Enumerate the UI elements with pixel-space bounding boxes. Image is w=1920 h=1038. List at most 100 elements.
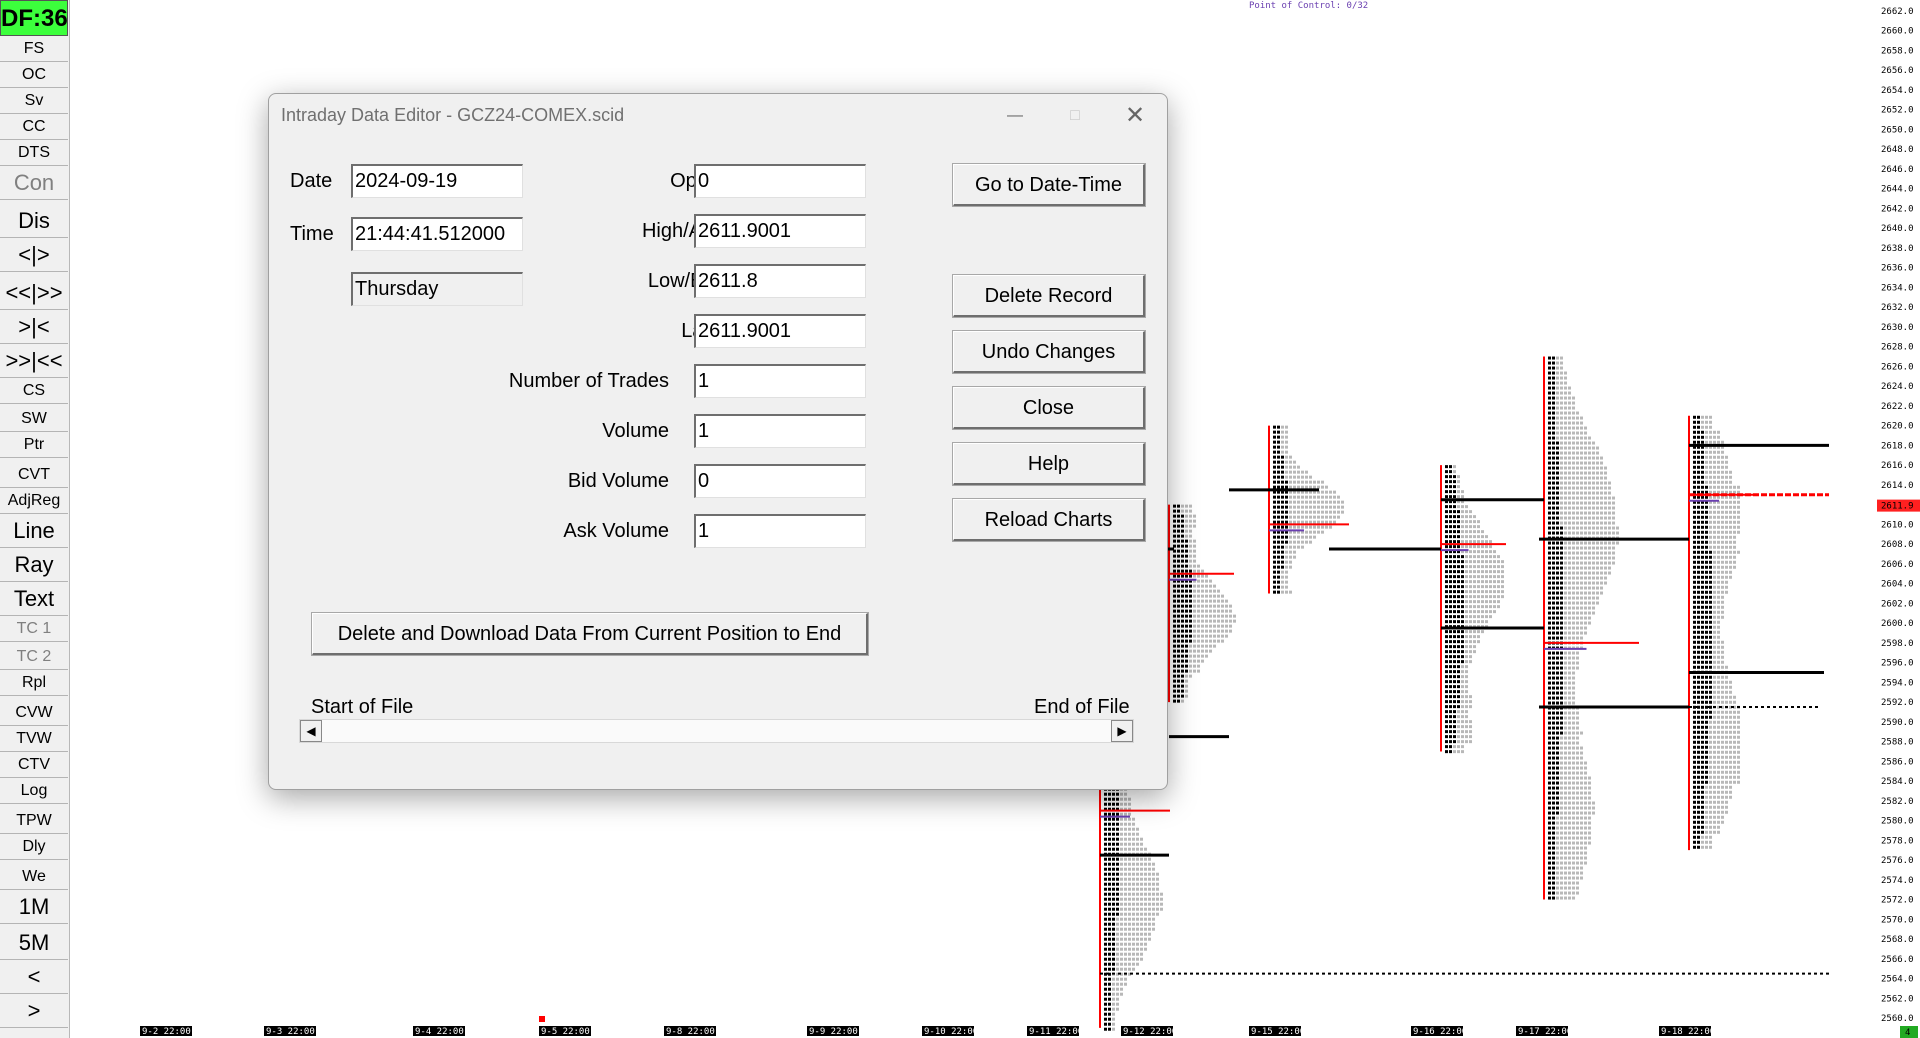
- delete-and-download-button[interactable]: Delete and Download Data From Current Po…: [311, 612, 869, 656]
- toolbar-button-28[interactable]: Dly: [0, 834, 68, 860]
- volume-field[interactable]: [694, 414, 866, 448]
- profile-cell: [1445, 485, 1448, 489]
- profile-cell: [1173, 514, 1176, 518]
- date-field[interactable]: [351, 164, 523, 198]
- profile-cell: [1185, 629, 1188, 633]
- bid-volume-field[interactable]: [694, 464, 866, 498]
- close-icon[interactable]: ✕: [1111, 98, 1159, 134]
- profile-cell: [1548, 841, 1551, 845]
- toolbar-button-31[interactable]: 5M: [0, 926, 68, 960]
- profile-cell: [1717, 575, 1720, 579]
- toolbar-button-8[interactable]: <|>: [0, 238, 68, 272]
- profile-cell: [1592, 596, 1595, 600]
- profile-cell: [1560, 786, 1563, 790]
- toolbar-button-32[interactable]: <: [0, 960, 68, 994]
- minimize-icon[interactable]: —: [991, 98, 1039, 134]
- toolbar-button-16[interactable]: AdjReg: [0, 488, 68, 514]
- undo-changes-button[interactable]: Undo Changes: [952, 330, 1146, 374]
- scroll-right-icon[interactable]: ▶: [1111, 720, 1133, 742]
- high-ask-field[interactable]: [694, 214, 866, 248]
- profile-cell: [1449, 705, 1452, 709]
- delete-record-button[interactable]: Delete Record: [952, 274, 1146, 318]
- toolbar-button-30[interactable]: 1M: [0, 890, 68, 924]
- profile-cell: [1453, 565, 1456, 569]
- toolbar-button-0[interactable]: DF:36: [0, 0, 68, 36]
- profile-cell: [1721, 535, 1724, 539]
- toolbar-button-27[interactable]: TPW: [0, 808, 68, 834]
- profile-cell: [1132, 857, 1135, 861]
- toolbar-button-25[interactable]: CTV: [0, 752, 68, 778]
- profile-cell: [1584, 761, 1587, 765]
- toolbar-button-6[interactable]: Con: [0, 166, 68, 200]
- toolbar-button-11[interactable]: >>|<<: [0, 344, 68, 378]
- file-position-scrollbar[interactable]: ◀ ▶: [299, 719, 1134, 743]
- toolbar-button-7[interactable]: Dis: [0, 204, 68, 238]
- last-field[interactable]: [694, 314, 866, 348]
- toolbar-button-10[interactable]: >|<: [0, 310, 68, 344]
- ask-volume-field[interactable]: [694, 514, 866, 548]
- go-to-date-time-button[interactable]: Go to Date-Time: [952, 163, 1146, 207]
- toolbar-button-24[interactable]: TVW: [0, 726, 68, 752]
- toolbar-button-13[interactable]: SW: [0, 406, 68, 432]
- profile-cell: [1185, 549, 1188, 553]
- low-bid-field[interactable]: [694, 264, 866, 298]
- toolbar-button-23[interactable]: CVW: [0, 700, 68, 726]
- profile-cell: [1453, 680, 1456, 684]
- toolbar-button-17[interactable]: Line: [0, 514, 68, 548]
- profile-cell: [1604, 551, 1607, 555]
- profile-cell: [1737, 715, 1740, 719]
- profile-cell: [1576, 616, 1579, 620]
- profile-cell: [1445, 670, 1448, 674]
- toolbar-button-3[interactable]: Sv: [0, 88, 68, 114]
- profile-cell: [1321, 520, 1324, 524]
- help-button[interactable]: Help: [952, 442, 1146, 486]
- profile-cell: [1576, 661, 1579, 665]
- toolbar-button-22[interactable]: Rpl: [0, 670, 68, 696]
- profile-cell: [1548, 486, 1551, 490]
- toolbar-button-14[interactable]: Ptr: [0, 432, 68, 458]
- toolbar-button-26[interactable]: Log: [0, 778, 68, 804]
- profile-cell: [1552, 781, 1555, 785]
- profile-cell: [1693, 465, 1696, 469]
- scroll-left-icon[interactable]: ◀: [300, 720, 322, 742]
- profile-cell: [1576, 881, 1579, 885]
- profile-cell: [1709, 720, 1712, 724]
- toolbar-button-15[interactable]: CVT: [0, 462, 68, 488]
- profile-cell: [1701, 675, 1704, 679]
- profile-cell: [1461, 690, 1464, 694]
- profile-cell: [1469, 570, 1472, 574]
- toolbar-button-9[interactable]: <<|>>: [0, 276, 68, 310]
- profile-cell: [1156, 912, 1159, 916]
- profile-cell: [1548, 651, 1551, 655]
- profile-cell: [1305, 495, 1308, 499]
- toolbar-button-19[interactable]: Text: [0, 582, 68, 616]
- toolbar-button-20[interactable]: TC 1: [0, 616, 68, 642]
- toolbar-button-18[interactable]: Ray: [0, 548, 68, 582]
- toolbar-button-2[interactable]: OC: [0, 62, 68, 88]
- toolbar-button-5[interactable]: DTS: [0, 140, 68, 166]
- profile-cell: [1556, 431, 1559, 435]
- profile-cell: [1697, 650, 1700, 654]
- toolbar-button-4[interactable]: CC: [0, 114, 68, 140]
- open-field[interactable]: [694, 164, 866, 198]
- profile-cell: [1697, 555, 1700, 559]
- toolbar-button-21[interactable]: TC 2: [0, 644, 68, 670]
- profile-cell: [1556, 661, 1559, 665]
- profile-cell: [1560, 701, 1563, 705]
- toolbar-button-33[interactable]: >: [0, 994, 68, 1028]
- number-of-trades-field[interactable]: [694, 364, 866, 398]
- toolbar-button-12[interactable]: CS: [0, 378, 68, 404]
- profile-cell: [1457, 730, 1460, 734]
- profile-cell: [1737, 760, 1740, 764]
- profile-cell: [1193, 514, 1196, 518]
- close-button[interactable]: Close: [952, 386, 1146, 430]
- time-field[interactable]: [351, 217, 523, 251]
- profile-cell: [1445, 470, 1448, 474]
- reload-charts-button[interactable]: Reload Charts: [952, 498, 1146, 542]
- profile-cell: [1473, 600, 1476, 604]
- toolbar-button-29[interactable]: We: [0, 864, 68, 890]
- profile-cell: [1173, 564, 1176, 568]
- profile-cell: [1108, 927, 1111, 931]
- toolbar-button-1[interactable]: FS: [0, 36, 68, 62]
- profile-cell: [1717, 810, 1720, 814]
